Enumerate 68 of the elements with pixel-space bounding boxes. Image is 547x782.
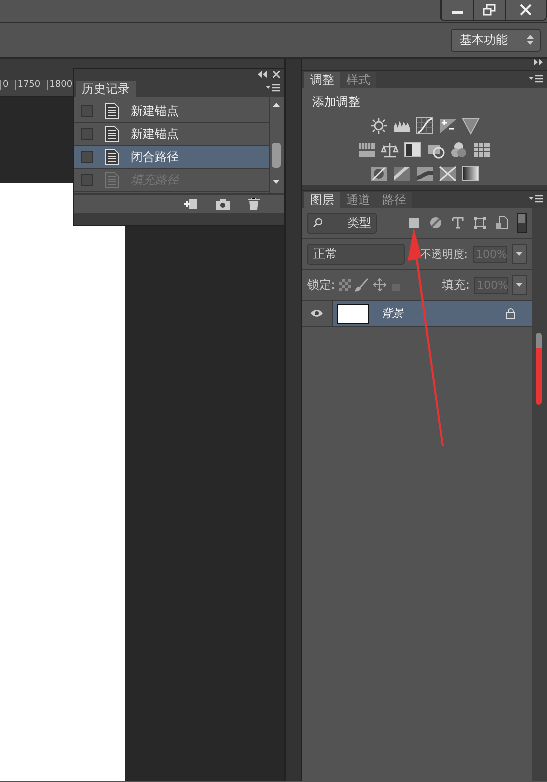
panel-tab[interactable]: 调整 [304, 72, 340, 88]
search-icon [313, 218, 324, 228]
type-icon[interactable] [451, 216, 465, 230]
diagonal-stripes-icon[interactable] [392, 165, 411, 183]
smart-object-icon[interactable] [495, 216, 509, 230]
toggle-switch[interactable] [517, 213, 527, 233]
document-icon [105, 172, 119, 188]
blend-mode-dropdown[interactable]: 正常 [307, 244, 406, 264]
circles-icon[interactable] [450, 141, 468, 159]
lock-label: 锁定: [307, 276, 336, 294]
fill-label: 填充: [442, 276, 470, 294]
panel-heading: 添加调整 [312, 94, 362, 111]
trash-icon[interactable] [248, 198, 260, 210]
scrollbar-thumb[interactable] [272, 143, 281, 168]
caret-icon [516, 252, 523, 256]
circle-icon[interactable] [429, 216, 443, 230]
balance-scale-icon[interactable] [381, 141, 400, 159]
panel-tab[interactable]: 路径 [376, 192, 412, 208]
caret-icon [516, 283, 523, 287]
panel-tab[interactable]: 图层 [304, 192, 340, 208]
new-document-icon[interactable] [184, 198, 198, 210]
caret-icon [527, 35, 534, 45]
checker-icon[interactable] [339, 279, 352, 291]
history-item[interactable]: 新建锚点 [74, 100, 269, 123]
brush-icon[interactable] [355, 278, 370, 292]
layer-thumbnail [337, 304, 370, 324]
checkbox[interactable] [81, 151, 93, 163]
curve-icon[interactable] [416, 117, 434, 135]
ruler-label: 1750 [14, 80, 41, 90]
grid-icon[interactable] [473, 141, 492, 159]
layer-name: 背景 [381, 306, 406, 321]
panel-tab[interactable]: 通道 [340, 192, 376, 208]
panel-tab[interactable]: 历史记录 [76, 81, 136, 97]
opacity-label: 不透明度: [420, 246, 468, 262]
opacity-arrow-button[interactable] [512, 244, 527, 264]
camera-icon[interactable] [216, 198, 230, 210]
checkbox[interactable] [81, 105, 93, 117]
fill-arrow-button[interactable] [512, 275, 527, 295]
ruler-label: 0 [0, 80, 9, 90]
gradient-bars-icon[interactable] [358, 141, 376, 159]
menu-icon[interactable] [529, 195, 543, 204]
shape-icon[interactable] [473, 216, 487, 230]
workspace-dropdown[interactable]: 基本功能 [451, 28, 541, 52]
wave-stripes-icon[interactable] [416, 165, 434, 183]
history-item[interactable]: 闭合路径 [74, 146, 269, 169]
document-icon [105, 126, 119, 142]
scrollbar-thumb[interactable] [536, 333, 542, 405]
menu-icon[interactable] [529, 75, 543, 84]
eye-icon[interactable] [310, 309, 324, 318]
circle-slash-icon[interactable] [370, 165, 388, 183]
x-square-icon[interactable] [438, 165, 457, 183]
scroll-down-icon[interactable] [273, 180, 280, 184]
document-icon [105, 149, 119, 165]
triangle-icon[interactable] [462, 117, 480, 135]
layer-row[interactable]: 背景 [333, 301, 532, 326]
collapse-icon[interactable] [258, 71, 267, 78]
menu-icon[interactable] [266, 84, 280, 93]
half-square-icon[interactable] [404, 141, 422, 159]
gradient-square-icon[interactable] [462, 165, 480, 183]
padlock-icon [506, 308, 516, 320]
scroll-up-icon[interactable] [273, 103, 280, 107]
move-icon[interactable] [373, 278, 388, 292]
filter-dropdown[interactable]: 类型 [307, 212, 378, 234]
sun-icon[interactable] [370, 117, 388, 135]
document-icon [105, 103, 119, 119]
panel-tab[interactable]: 样式 [340, 72, 376, 88]
pixel-filter-icon[interactable] [407, 216, 421, 230]
checkbox[interactable] [81, 128, 93, 140]
